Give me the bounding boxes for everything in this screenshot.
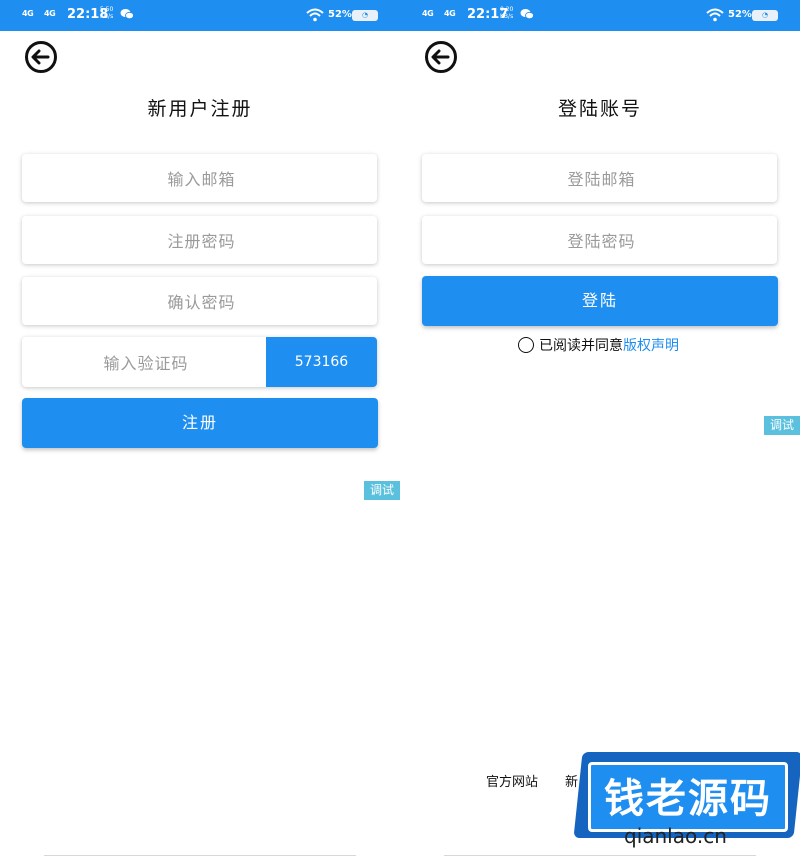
login-password-field[interactable] <box>422 216 781 266</box>
wifi-icon <box>306 8 324 22</box>
chat-icon <box>520 9 534 20</box>
watermark-title: 钱老源码 <box>604 776 772 822</box>
password-field[interactable] <box>22 216 381 266</box>
network-speed: 0.20 KB/s <box>500 6 514 20</box>
battery-icon: ◔ <box>752 10 778 21</box>
signal-icon: 4G <box>22 9 34 18</box>
status-bar: 4G 4G 22:18 5.50 KB/s 52% ◔ <box>0 0 400 31</box>
signal-icon: 4G <box>44 9 56 18</box>
confirm-password-field[interactable] <box>22 277 381 327</box>
login-screen: 4G 4G 22:17 0.20 KB/s 52% ◔ 登陆账号 登陆 已阅读并… <box>400 0 800 858</box>
email-field[interactable] <box>22 154 381 204</box>
page-title: 新用户注册 <box>147 98 253 120</box>
login-button[interactable]: 登陆 <box>422 276 778 326</box>
status-bar: 4G 4G 22:17 0.20 KB/s 52% ◔ <box>400 0 800 31</box>
chat-icon <box>120 9 134 20</box>
register-screen: 4G 4G 22:18 5.50 KB/s 52% ◔ 新用户注册 573 <box>0 0 400 858</box>
watermark-logo: 钱老源码 qianlao.cn <box>573 752 800 856</box>
copyright-link[interactable]: 版权声明 <box>623 335 679 355</box>
debug-button[interactable]: 调试 <box>364 481 400 500</box>
login-email-input[interactable] <box>422 154 781 204</box>
login-email-field[interactable] <box>422 154 781 204</box>
back-arrow-icon[interactable] <box>424 40 458 74</box>
agree-radio[interactable] <box>518 337 534 353</box>
confirm-password-input[interactable] <box>22 277 381 327</box>
debug-button[interactable]: 调试 <box>764 416 800 435</box>
network-speed: 5.50 KB/s <box>100 6 114 20</box>
agreement-row: 已阅读并同意 版权声明 <box>518 336 679 354</box>
captcha-input[interactable] <box>22 337 270 389</box>
signal-icon: 4G <box>444 9 456 18</box>
password-input[interactable] <box>22 216 381 266</box>
signal-icon: 4G <box>422 9 434 18</box>
login-password-input[interactable] <box>422 216 781 266</box>
official-site-link[interactable]: 官方网站 <box>486 771 538 790</box>
email-input[interactable] <box>22 154 381 204</box>
wifi-icon <box>706 8 724 22</box>
back-arrow-icon[interactable] <box>24 40 58 74</box>
captcha-code-button[interactable]: 573166 <box>266 337 377 387</box>
battery-level: 52% <box>328 9 352 20</box>
divider <box>44 855 356 856</box>
captcha-row: 573166 <box>22 337 377 389</box>
register-button[interactable]: 注册 <box>22 398 378 448</box>
page-title: 登陆账号 <box>557 98 642 120</box>
watermark-site: qianlao.cn <box>624 824 727 848</box>
agree-text: 已阅读并同意 <box>539 338 623 354</box>
battery-icon: ◔ <box>352 10 378 21</box>
battery-level: 52% <box>728 9 752 20</box>
